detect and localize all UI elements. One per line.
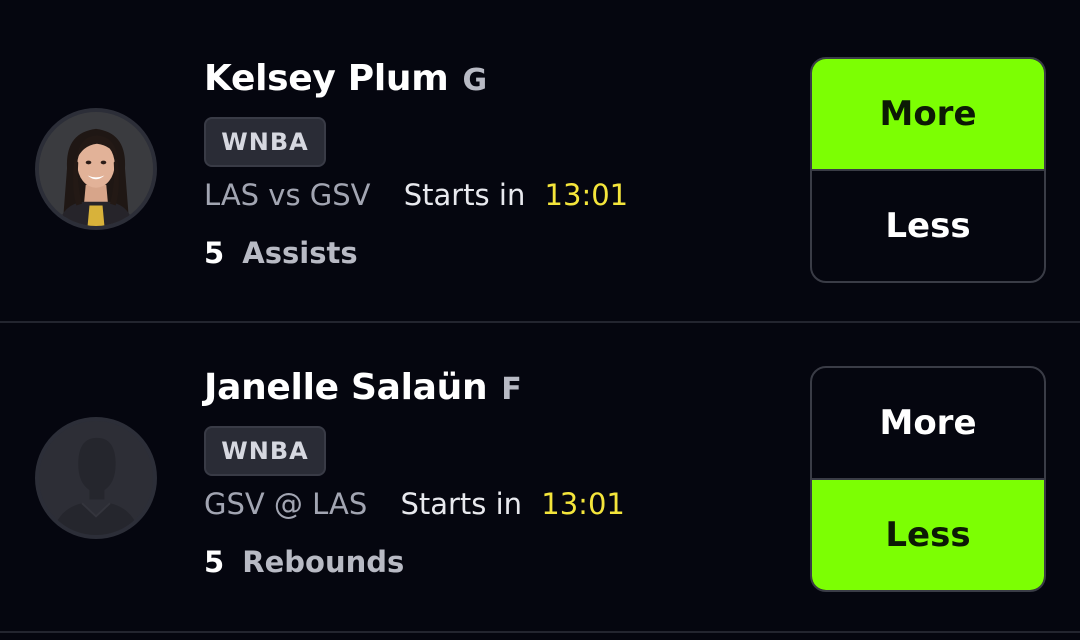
player-position: G xyxy=(462,63,488,98)
countdown-timer: 13:01 xyxy=(541,487,625,521)
matchup: LAS vs GSV xyxy=(204,178,371,212)
stat-value: 5 xyxy=(204,545,225,579)
player-name: Janelle Salaün xyxy=(204,367,488,408)
player-photo-icon xyxy=(39,112,153,226)
more-button[interactable]: More xyxy=(812,59,1044,169)
matchup: GSV @ LAS xyxy=(204,487,368,521)
match-info: GSV @ LAS Starts in 13:01 xyxy=(204,487,625,521)
player-position: F xyxy=(501,372,522,407)
league-badge: WNBA xyxy=(204,426,326,476)
player-avatar[interactable] xyxy=(35,417,157,539)
player-name-line: Janelle Salaün F xyxy=(204,367,522,408)
more-less-toggle: More Less xyxy=(810,57,1046,283)
stat-name: Rebounds xyxy=(242,545,405,579)
more-less-toggle: More Less xyxy=(810,366,1046,592)
starts-label: Starts in xyxy=(400,487,523,521)
match-info: LAS vs GSV Starts in 13:01 xyxy=(204,178,628,212)
silhouette-placeholder-icon xyxy=(39,421,153,535)
row-divider xyxy=(0,631,1080,633)
player-prop-card[interactable]: Janelle Salaün F WNBA GSV @ LAS Starts i… xyxy=(0,323,1080,633)
stat-line: 5 Rebounds xyxy=(204,545,404,579)
less-button[interactable]: Less xyxy=(812,169,1044,281)
player-avatar[interactable] xyxy=(35,108,157,230)
more-button[interactable]: More xyxy=(812,368,1044,478)
player-prop-list: Kelsey Plum G WNBA LAS vs GSV Starts in … xyxy=(0,0,1080,640)
stat-value: 5 xyxy=(204,236,225,270)
player-prop-card[interactable]: Kelsey Plum G WNBA LAS vs GSV Starts in … xyxy=(0,14,1080,324)
league-badge: WNBA xyxy=(204,117,326,167)
less-button[interactable]: Less xyxy=(812,478,1044,590)
starts-label: Starts in xyxy=(403,178,526,212)
player-name: Kelsey Plum xyxy=(204,58,449,99)
stat-name: Assists xyxy=(242,236,358,270)
player-name-line: Kelsey Plum G xyxy=(204,58,487,99)
stat-line: 5 Assists xyxy=(204,236,358,270)
countdown-timer: 13:01 xyxy=(544,178,629,212)
